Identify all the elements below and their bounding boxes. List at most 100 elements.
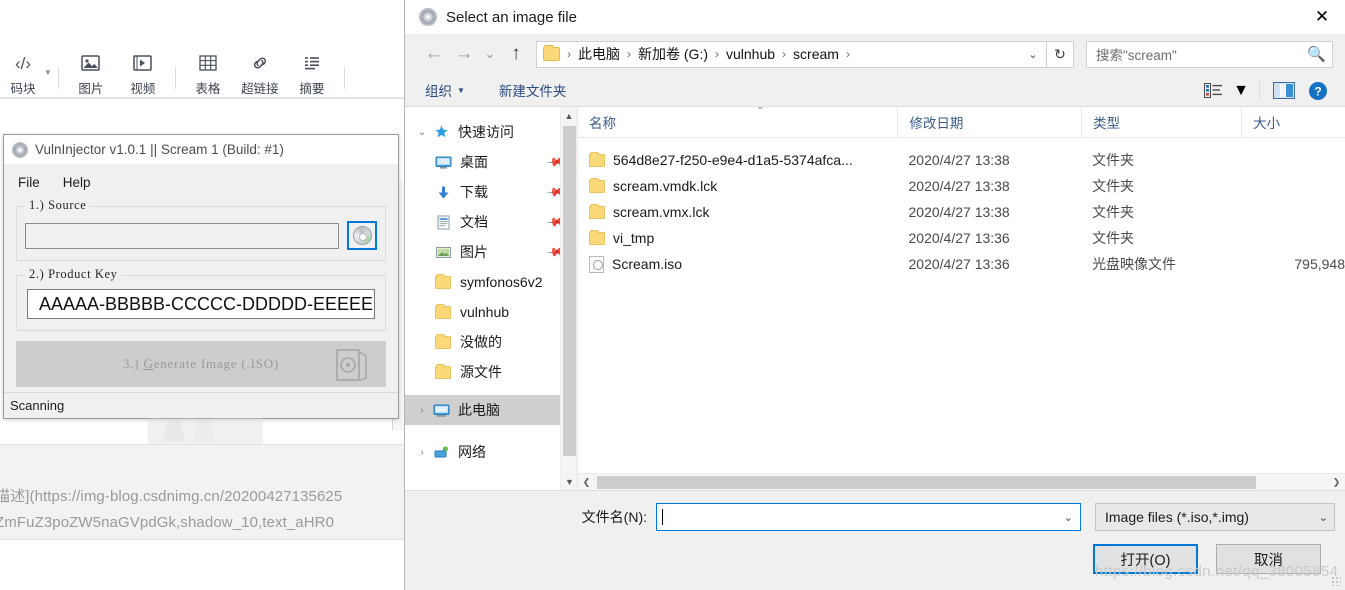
sidebar-item-quick-access[interactable]: ⌄ 快速访问 <box>405 117 577 147</box>
file-list-horizontal-scrollbar[interactable]: ❮ ❯ <box>578 473 1345 490</box>
scroll-up-icon[interactable]: ▲ <box>561 107 577 124</box>
sidebar-label-pictures: 图片 <box>460 244 488 260</box>
sidebar-label-vulnhub: vulnhub <box>460 304 510 320</box>
source-legend: 1.) Source <box>25 198 91 213</box>
vulninjector-menubar: File Help <box>4 170 398 194</box>
breadcrumb-vulnhub[interactable]: vulnhub <box>726 46 775 62</box>
ribbon-item-hyperlink[interactable]: 超链接 <box>234 45 286 97</box>
menu-item-help[interactable]: Help <box>63 175 91 190</box>
chevron-right-icon[interactable]: › <box>413 405 431 416</box>
chevron-right-icon[interactable]: › <box>413 447 431 458</box>
generate-image-button[interactable]: 3.) Generate Image (.ISO) <box>16 341 386 387</box>
table-row[interactable]: scream.vmdk.lck 2020/4/27 13:38 文件夹 <box>578 173 1345 199</box>
view-list-icon[interactable] <box>1196 76 1230 106</box>
breadcrumb-drive-g[interactable]: 新加卷 (G:) <box>638 44 708 64</box>
sidebar-item-pictures[interactable]: 图片 📌 <box>405 237 577 267</box>
sidebar-label-downloads: 下载 <box>460 184 488 200</box>
ribbon-item-video[interactable]: 视频 <box>117 45 169 97</box>
ribbon-item-summary[interactable]: 摘要 <box>286 45 338 97</box>
scroll-left-icon[interactable]: ❮ <box>578 477 595 488</box>
table-row[interactable]: vi_tmp 2020/4/27 13:36 文件夹 <box>578 225 1345 251</box>
filename-chevron-down-icon[interactable]: ⌄ <box>1064 511 1076 524</box>
ribbon-item-table[interactable]: 表格 <box>182 45 234 97</box>
search-input[interactable]: 搜索"scream" <box>1096 44 1307 64</box>
breadcrumb-separator: › <box>845 47 850 61</box>
forward-icon[interactable]: → <box>449 39 479 69</box>
sidebar-item-not-done[interactable]: 没做的 <box>405 327 577 357</box>
markdown-source-text[interactable]: 描述](https://img-blog.csdnimg.cn/20200427… <box>0 444 404 540</box>
markdown-line-2: ZmFuZ3poZW5naGVpdGk,shadow_10,text_aHR0 <box>0 514 335 531</box>
scroll-down-icon[interactable]: ▼ <box>561 473 577 490</box>
status-text: Scanning <box>10 398 65 413</box>
chevron-down-icon[interactable]: ▼ <box>44 68 52 97</box>
filename-input[interactable]: ⌄ <box>656 503 1081 531</box>
file-type-filter-select[interactable]: Image files (*.iso,*.img) ⌄ <box>1095 503 1335 531</box>
browse-source-button[interactable] <box>347 221 377 250</box>
dialog-title: Select an image file <box>446 8 577 26</box>
sidebar-item-source-files[interactable]: 源文件 <box>405 357 577 387</box>
command-bar-right-group: ▼ ? <box>1196 74 1335 107</box>
chevron-down-icon: ▼ <box>457 85 465 95</box>
scrollbar-thumb[interactable] <box>563 126 576 456</box>
sidebar-item-symfonos6v2[interactable]: symfonos6v2 <box>405 267 577 297</box>
address-bar[interactable]: › 此电脑 › 新加卷 (G:) › vulnhub › scream › ⌄ <box>536 40 1047 68</box>
navigation-pane-scrollbar[interactable]: ▲ ▼ <box>560 107 577 490</box>
breadcrumb-scream[interactable]: scream <box>793 46 839 62</box>
new-folder-button[interactable]: 新建文件夹 <box>499 80 567 100</box>
sidebar-item-desktop[interactable]: 桌面 📌 <box>405 147 577 177</box>
product-key-legend: 2.) Product Key <box>25 267 122 282</box>
menu-item-file[interactable]: File <box>18 175 40 190</box>
back-icon[interactable]: ← <box>419 39 449 69</box>
ribbon-item-code-block[interactable]: ‹/› 码块 <box>0 45 46 97</box>
scroll-right-icon[interactable]: ❯ <box>1328 477 1345 488</box>
view-chevron-down-icon[interactable]: ▼ <box>1230 76 1252 106</box>
help-icon[interactable]: ? <box>1301 76 1335 106</box>
search-box[interactable]: 搜索"scream" 🔍 <box>1086 40 1333 68</box>
organize-button[interactable]: 组织 ▼ <box>425 80 465 100</box>
file-type: 文件夹 <box>1092 152 1135 168</box>
sidebar-item-downloads[interactable]: 下载 📌 <box>405 177 577 207</box>
file-type-filter-value: Image files (*.iso,*.img) <box>1105 509 1249 525</box>
sidebar-label-quick-access: 快速访问 <box>458 124 514 140</box>
chevron-down-icon[interactable]: ⌄ <box>413 127 431 138</box>
sidebar-item-documents[interactable]: 文档 📌 <box>405 207 577 237</box>
column-header-date-modified[interactable]: 修改日期 <box>897 107 1081 138</box>
dialog-navigation-bar: ← → ⌄ ↑ › 此电脑 › 新加卷 (G:) › vulnhub › scr… <box>405 34 1345 74</box>
preview-pane-icon[interactable] <box>1267 76 1301 106</box>
breadcrumb-this-pc[interactable]: 此电脑 <box>578 44 620 64</box>
filename-row: 文件名(N): ⌄ Image files (*.iso,*.img) ⌄ <box>405 500 1345 534</box>
column-header-name[interactable]: 名称 ⌃ <box>578 107 897 138</box>
sidebar-label-source-files: 源文件 <box>460 364 502 380</box>
table-row[interactable]: scream.vmx.lck 2020/4/27 13:38 文件夹 <box>578 199 1345 225</box>
column-header-size[interactable]: 大小 <box>1241 107 1345 138</box>
recent-locations-chevron-down-icon[interactable]: ⌄ <box>479 39 501 69</box>
search-icon: 🔍 <box>1307 46 1326 63</box>
ribbon-label-code-block: 码块 <box>10 82 36 96</box>
table-icon <box>199 51 217 75</box>
table-row[interactable]: Scream.iso 2020/4/27 13:36 光盘映像文件 795,94… <box>578 251 1345 277</box>
ribbon-item-image[interactable]: 图片 <box>65 45 117 97</box>
close-icon[interactable]: ✕ <box>1299 0 1345 34</box>
svg-text:?: ? <box>1314 84 1321 98</box>
file-list-pane: 名称 ⌃ 修改日期 类型 大小 564d8e27-f250-e9e4-d1a5-… <box>577 107 1345 490</box>
scrollbar-thumb[interactable] <box>597 475 1256 489</box>
product-key-input[interactable]: AAAAA-BBBBB-CCCCC-DDDDD-EEEEE <box>27 289 375 319</box>
table-row[interactable]: 564d8e27-f250-e9e4-d1a5-5374afca... 2020… <box>578 147 1345 173</box>
text-cursor <box>662 509 663 525</box>
up-icon[interactable]: ↑ <box>501 39 531 69</box>
iso-file-icon <box>589 255 604 273</box>
sidebar-item-this-pc[interactable]: › 此电脑 <box>405 395 577 425</box>
cd-disc-icon <box>352 226 372 245</box>
sidebar-item-vulnhub[interactable]: vulnhub <box>405 297 577 327</box>
column-header-type[interactable]: 类型 <box>1081 107 1241 138</box>
ribbon-divider <box>57 67 59 89</box>
folder-icon <box>589 229 605 245</box>
ribbon-label-hyperlink: 超链接 <box>241 82 279 96</box>
refresh-icon[interactable]: ↻ <box>1047 40 1074 68</box>
address-chevron-down-icon[interactable]: ⌄ <box>1022 48 1044 61</box>
breadcrumb-separator: › <box>627 47 631 61</box>
dialog-body: ⌄ 快速访问 桌面 📌 下载 📌 文档 📌 图片 📌 symfonos6v2 v… <box>405 107 1345 490</box>
product-key-groupbox: 2.) Product Key AAAAA-BBBBB-CCCCC-DDDDD-… <box>16 267 386 331</box>
source-path-input[interactable] <box>25 222 339 249</box>
sidebar-item-network[interactable]: › 网络 <box>405 437 577 467</box>
